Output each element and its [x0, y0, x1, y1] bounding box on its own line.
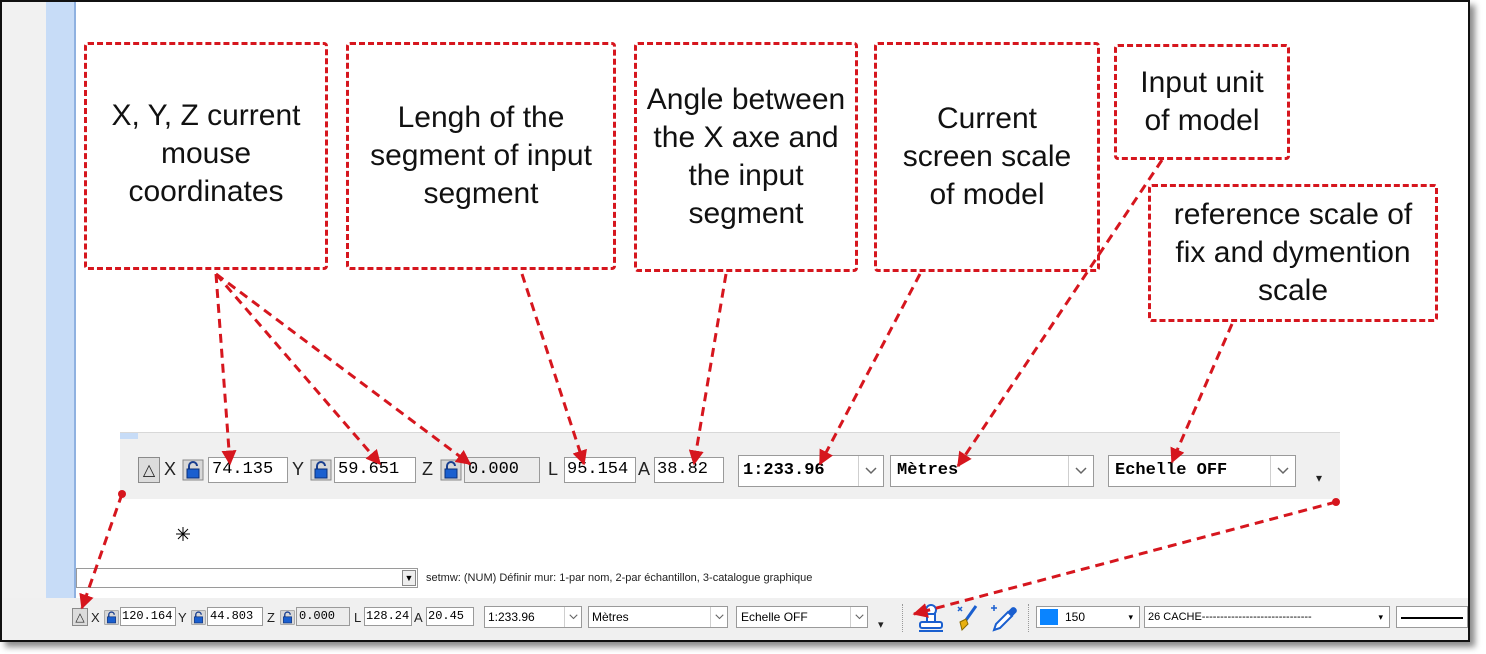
arrow-to-y — [214, 273, 382, 466]
arrow-to-z — [215, 272, 472, 466]
annotation-arrows — [79, 159, 1340, 618]
arrow-origin-dot — [1332, 498, 1340, 506]
arrow-to-angle — [688, 273, 728, 466]
arrow-to-x — [214, 273, 237, 466]
arrow-origin-dot — [118, 490, 126, 498]
app-window: X, Y, Z current mouse coordinates Lengh … — [0, 0, 1470, 642]
arrow-to-screen-scale — [818, 273, 922, 466]
arrow-to-bottom-toolbar-right — [912, 500, 1337, 618]
arrow-to-length — [520, 273, 587, 466]
arrow-to-input-unit — [956, 159, 1164, 468]
arrow-to-reference-scale — [1170, 323, 1234, 464]
arrow-to-bottom-toolbar-left — [79, 493, 124, 610]
